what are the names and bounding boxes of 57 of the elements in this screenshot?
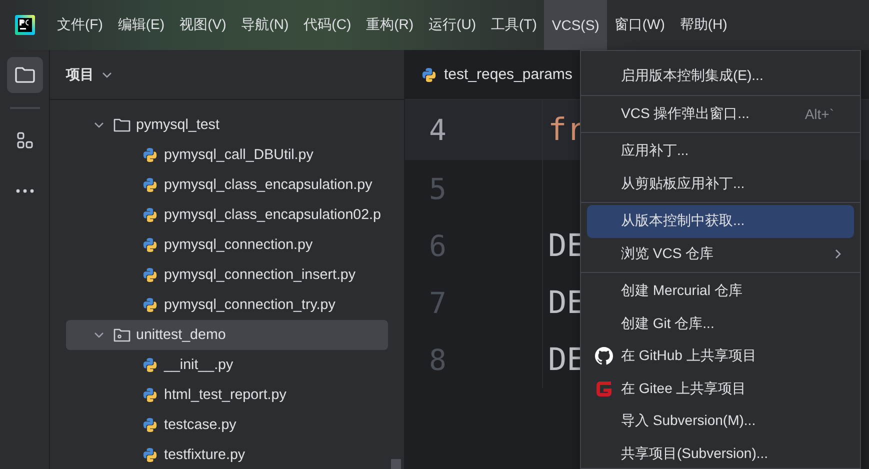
folder-icon <box>113 117 131 133</box>
menu-item[interactable]: VCS 操作弹出窗口... Alt+` <box>587 98 854 130</box>
file-item[interactable]: __init__.py <box>66 350 388 380</box>
menu-item[interactable]: 创建 Git 仓库... <box>587 308 854 340</box>
python-icon <box>421 66 437 82</box>
folder-item[interactable]: unittest_demo <box>66 320 388 350</box>
scrollbar-thumb[interactable] <box>391 459 401 469</box>
python-icon <box>142 207 158 223</box>
python-icon <box>142 357 158 373</box>
python-icon <box>142 267 158 283</box>
menu-item[interactable]: VCS(S) <box>544 0 608 50</box>
app-logo-icon[interactable] <box>15 15 35 35</box>
shortcut-text: Alt+` <box>804 106 834 122</box>
file-item[interactable]: pymysql_class_encapsulation02.p <box>66 200 388 230</box>
file-item[interactable]: pymysql_connection_try.py <box>66 290 388 320</box>
python-icon <box>142 297 158 313</box>
package-icon <box>113 327 131 343</box>
menu-item[interactable]: 应用补丁... <box>587 135 854 168</box>
line-number: 4 <box>405 100 543 160</box>
menu-item[interactable]: 在 GitHub 上共享项目 <box>587 340 854 372</box>
panel-title[interactable]: 项目 <box>66 66 94 84</box>
file-item[interactable]: pymysql_call_DBUtil.py <box>66 140 388 170</box>
menu-item[interactable]: 从剪贴板应用补丁... <box>587 168 854 200</box>
python-icon <box>142 237 158 253</box>
file-item[interactable]: html_test_report.py <box>66 380 388 410</box>
file-item[interactable]: testcase.py <box>66 410 388 440</box>
python-icon <box>142 417 158 433</box>
menu-item[interactable]: 导航(N) <box>233 0 297 50</box>
menu-item[interactable]: 帮助(H) <box>672 0 736 50</box>
menu-item[interactable]: 编辑(E) <box>110 0 173 50</box>
github-icon <box>595 347 613 366</box>
menu-item[interactable]: 浏览 VCS 仓库 <box>587 238 854 270</box>
python-icon <box>142 447 158 463</box>
gitee-icon <box>594 378 614 399</box>
folder-item[interactable]: pymysql_test <box>66 110 388 140</box>
menu-item[interactable]: 代码(C) <box>296 0 360 50</box>
menu-item[interactable]: 从版本控制中获取... <box>587 205 854 238</box>
menu-item[interactable]: 文件(F) <box>49 0 111 50</box>
menu-item[interactable]: 创建 Mercurial 仓库 <box>587 275 854 308</box>
menu-item[interactable]: 导入 Subversion(M)... <box>587 405 854 438</box>
file-item[interactable]: testfixture.py <box>66 440 388 469</box>
file-item[interactable]: pymysql_class_encapsulation.py <box>66 170 388 200</box>
python-icon <box>142 147 158 163</box>
chevron-down-icon[interactable] <box>102 70 112 80</box>
folder-icon[interactable] <box>6 57 42 93</box>
menu-item[interactable]: 共享项目(Subversion)... <box>587 438 854 468</box>
file-item[interactable]: pymysql_connection_insert.py <box>66 260 388 290</box>
menu-item[interactable]: 在 Gitee 上共享项目 <box>587 372 854 405</box>
menu-item[interactable]: 工具(T) <box>482 0 545 50</box>
menu-item[interactable]: 重构(R) <box>358 0 422 50</box>
python-icon <box>142 177 158 193</box>
menu-item[interactable]: 视图(V) <box>172 0 234 50</box>
menu-item[interactable]: 启用版本控制集成(E)... <box>587 60 854 92</box>
file-item[interactable]: pymysql_connection.py <box>66 230 388 260</box>
menu-item[interactable]: 窗口(W) <box>606 0 673 50</box>
python-icon <box>142 387 158 403</box>
menu-item[interactable]: 运行(U) <box>420 0 484 50</box>
